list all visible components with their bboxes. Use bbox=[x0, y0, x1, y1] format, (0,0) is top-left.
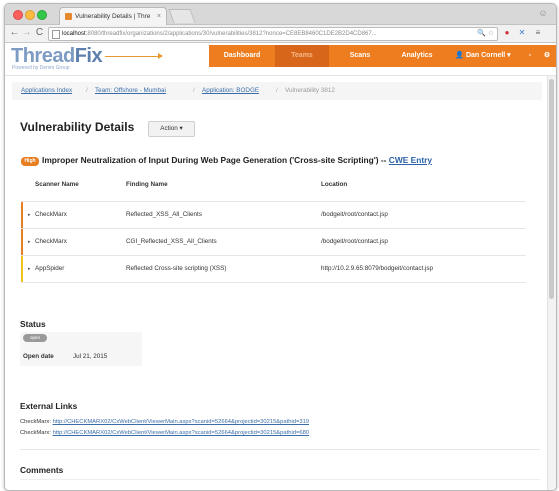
url-text: localhost:8080/threadfix/organizations/2… bbox=[62, 31, 377, 37]
favicon-icon bbox=[65, 13, 72, 20]
breadcrumb-application[interactable]: Application: BODGE bbox=[202, 82, 259, 100]
breadcrumb-separator: / bbox=[193, 87, 195, 94]
nav-analytics[interactable]: Analytics bbox=[389, 45, 445, 67]
breadcrumb-separator: / bbox=[86, 87, 88, 94]
table-row[interactable]: ▸ CheckMarx CGI_Reflected_XSS_All_Client… bbox=[21, 228, 526, 255]
expand-arrow-icon[interactable]: ▸ bbox=[28, 256, 31, 282]
comments-table-header bbox=[20, 479, 540, 480]
external-link[interactable]: http://CHECKMARX02/CxWebClient/ViewerMai… bbox=[53, 419, 309, 425]
status-badge: open bbox=[23, 334, 47, 342]
close-window-button[interactable] bbox=[13, 10, 23, 20]
main-navbar: Dashboard Teams Scans Analytics 👤 Dan Co… bbox=[209, 45, 556, 67]
cell-location: /bodgeit/root/contact.jsp bbox=[321, 238, 388, 245]
hamburger-icon[interactable]: ≡ bbox=[532, 27, 544, 39]
breadcrumb-team[interactable]: Team: Offshore - Mumbai bbox=[95, 82, 166, 100]
browser-window: Vulnerability Details | Thre × ☺ ← → C l… bbox=[4, 3, 557, 491]
page-title: Vulnerability Details bbox=[20, 120, 135, 134]
row-severity-bar bbox=[21, 256, 23, 282]
column-header-finding: Finding Name bbox=[126, 181, 168, 188]
expand-arrow-icon[interactable]: ▸ bbox=[28, 229, 31, 255]
cell-scanner: CheckMarx bbox=[35, 211, 67, 218]
gear-icon[interactable]: ▫ bbox=[523, 45, 537, 67]
table-row[interactable]: ▸ CheckMarx Reflected_XSS_All_Clients /b… bbox=[21, 201, 526, 228]
expand-arrow-icon[interactable]: ▸ bbox=[28, 202, 31, 228]
external-links-heading: External Links bbox=[20, 401, 78, 411]
scrollbar-thumb[interactable] bbox=[549, 79, 554, 299]
cell-scanner: AppSpider bbox=[35, 265, 65, 272]
tab-title: Vulnerability Details | Thre bbox=[75, 13, 151, 20]
comments-heading: Comments bbox=[20, 465, 64, 475]
row-severity-bar bbox=[21, 202, 23, 228]
cell-finding: Reflected Cross-site scripting (XSS) bbox=[126, 265, 227, 272]
status-heading: Status bbox=[20, 319, 46, 329]
open-date-label: Open date bbox=[23, 353, 54, 360]
status-panel: open Open date Jul 21, 2015 bbox=[20, 332, 142, 366]
severity-badge: High bbox=[21, 157, 39, 166]
table-row[interactable]: ▸ AppSpider Reflected Cross-site scripti… bbox=[21, 255, 526, 283]
maximize-window-button[interactable] bbox=[37, 10, 47, 20]
open-date-value: Jul 21, 2015 bbox=[73, 353, 108, 360]
address-bar[interactable]: localhost:8080/threadfix/organizations/2… bbox=[48, 27, 498, 41]
person-icon[interactable]: ☺ bbox=[538, 8, 548, 19]
section-divider bbox=[20, 449, 540, 450]
breadcrumb-applications-index[interactable]: Applications Index bbox=[21, 82, 72, 100]
vulnerability-title: Improper Neutralization of Input During … bbox=[42, 155, 433, 165]
cell-location: http://10.2.9.65:8079/bodgeit/contact.js… bbox=[321, 265, 434, 272]
external-link-item: CheckMarx: http://CHECKMARX02/CxWebClien… bbox=[20, 419, 310, 425]
action-dropdown-button[interactable]: Action ▾ bbox=[148, 121, 195, 137]
search-icon[interactable]: 🔍 ☆ bbox=[477, 28, 494, 40]
column-header-scanner: Scanner Name bbox=[35, 181, 79, 188]
browser-toolbar: ← → C localhost:8080/threadfix/organizat… bbox=[5, 25, 556, 43]
arrow-right-icon[interactable]: → bbox=[21, 26, 32, 40]
nav-user-menu[interactable]: 👤 Dan Cornell ▾ bbox=[447, 45, 519, 67]
tab-strip: Vulnerability Details | Thre × ☺ bbox=[5, 4, 556, 25]
page-icon bbox=[52, 30, 60, 39]
nav-scans[interactable]: Scans bbox=[335, 45, 385, 67]
external-link[interactable]: http://CHECKMARX02/CxWebClient/ViewerMai… bbox=[53, 430, 309, 436]
cell-location: /bodgeit/root/contact.jsp bbox=[321, 211, 388, 218]
cell-scanner: CheckMarx bbox=[35, 238, 67, 245]
page-content: Applications Index / Team: Offshore - Mu… bbox=[5, 76, 556, 490]
app-header: ThreadFix Powered by Denim Group Dashboa… bbox=[5, 43, 556, 76]
arrow-left-icon[interactable]: ← bbox=[9, 26, 20, 40]
logo-arrow-icon bbox=[105, 53, 163, 59]
settings-icon[interactable]: ⚙ bbox=[540, 45, 554, 67]
nav-dashboard[interactable]: Dashboard bbox=[213, 45, 271, 67]
cell-finding: CGI_Reflected_XSS_All_Clients bbox=[126, 238, 217, 245]
cell-finding: Reflected_XSS_All_Clients bbox=[126, 211, 202, 218]
logo-tagline: Powered by Denim Group bbox=[12, 65, 70, 71]
breadcrumb-current: Vulnerability 3812 bbox=[285, 87, 335, 94]
nav-teams[interactable]: Teams bbox=[275, 45, 329, 67]
page-scrollbar[interactable] bbox=[547, 76, 556, 490]
external-link-item: CheckMarx: http://CHECKMARX02/CxWebClien… bbox=[20, 430, 310, 436]
extension-icon[interactable]: ✕ bbox=[516, 27, 528, 39]
stop-extension-icon[interactable]: ● bbox=[501, 27, 513, 39]
new-tab-button[interactable] bbox=[168, 9, 196, 23]
tab-close-icon[interactable]: × bbox=[157, 8, 161, 25]
column-header-location: Location bbox=[321, 181, 348, 188]
cwe-entry-link[interactable]: CWE Entry bbox=[389, 155, 432, 165]
breadcrumb: Applications Index / Team: Offshore - Mu… bbox=[12, 82, 542, 100]
row-severity-bar bbox=[21, 229, 23, 255]
browser-tab[interactable]: Vulnerability Details | Thre × bbox=[59, 7, 167, 25]
reload-icon[interactable]: C bbox=[34, 26, 45, 40]
minimize-window-button[interactable] bbox=[25, 10, 35, 20]
breadcrumb-separator: / bbox=[276, 87, 278, 94]
